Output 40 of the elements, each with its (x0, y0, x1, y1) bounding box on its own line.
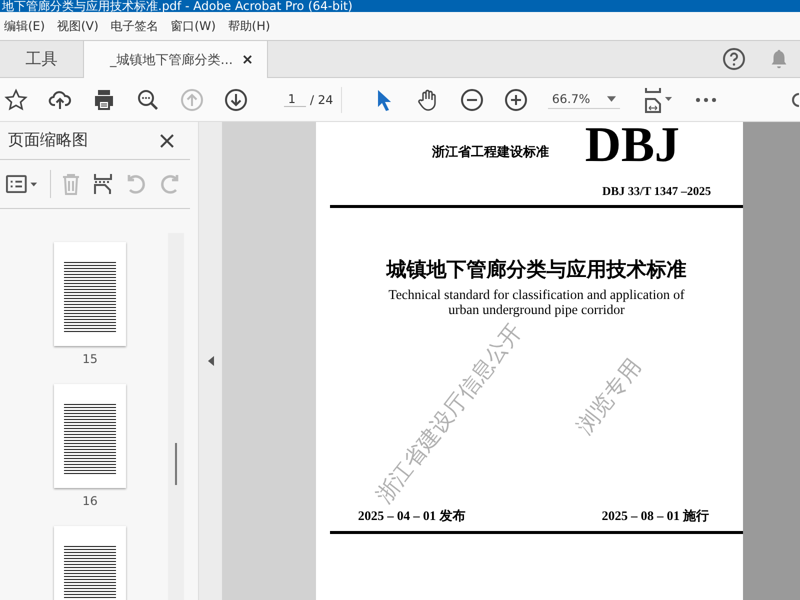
tab[interactable]: _城镇地下管廊分类... (84, 41, 268, 78)
page-number: 16 (82, 494, 98, 508)
insert-page-icon[interactable] (93, 173, 113, 195)
standard-code: DBJ 33/T 1347 –2025 (601, 184, 712, 199)
watermark-text: 浏览专用 (572, 354, 648, 440)
issuer-text: 浙江省工程建设标准 (432, 144, 549, 162)
fit-page-icon[interactable] (644, 86, 674, 112)
help-icon[interactable] (722, 47, 746, 71)
watermark-text: 浙江省建设厅信息公开 (372, 319, 528, 509)
star-icon[interactable] (4, 88, 28, 112)
collapse-arrow-icon[interactable] (208, 356, 214, 366)
caret-icon[interactable] (607, 96, 616, 102)
page-thumbnail[interactable] (54, 526, 126, 600)
page-thumbnail[interactable] (54, 242, 126, 346)
zoom-dropdown[interactable]: 66.7% (548, 90, 620, 109)
menu-item[interactable]: 电子签名 (110, 18, 159, 34)
page-number-field[interactable]: 1 (284, 92, 306, 107)
effective-date: 2025 – 08 – 01 施行 (602, 507, 709, 525)
menu-item[interactable]: 视图(V) (56, 18, 99, 34)
zoom-out-icon[interactable] (460, 88, 484, 112)
page-number: 15 (82, 352, 98, 366)
standard-logo: DBJ (585, 124, 680, 164)
menu-item[interactable]: 窗口(W) (170, 18, 216, 34)
menu-item[interactable]: 编辑(E) (4, 18, 45, 34)
subtitle-line: Technical standard for classification and application of (388, 287, 686, 302)
issue-date: 2025 – 04 – 01 发布 (358, 507, 466, 525)
close-icon[interactable] (160, 134, 174, 148)
search-icon[interactable] (136, 88, 160, 112)
arrow-down-icon[interactable] (224, 88, 248, 112)
document-title: 城镇地下管廊分类与应用技术标准 (385, 256, 688, 283)
zoom-in-icon[interactable] (504, 88, 528, 112)
scrollbar[interactable] (168, 233, 184, 600)
page-thumbnail[interactable] (54, 384, 126, 488)
menu-item[interactable]: 帮助(H) (228, 18, 270, 34)
page-count: / 24 (310, 92, 334, 106)
subtitle-line: urban underground pipe corridor (447, 302, 626, 317)
panel-title: 页面缩略图 (8, 130, 88, 151)
close-icon[interactable] (242, 55, 252, 64)
print-icon[interactable] (92, 88, 116, 112)
thumbnail-options-icon[interactable] (6, 174, 38, 194)
